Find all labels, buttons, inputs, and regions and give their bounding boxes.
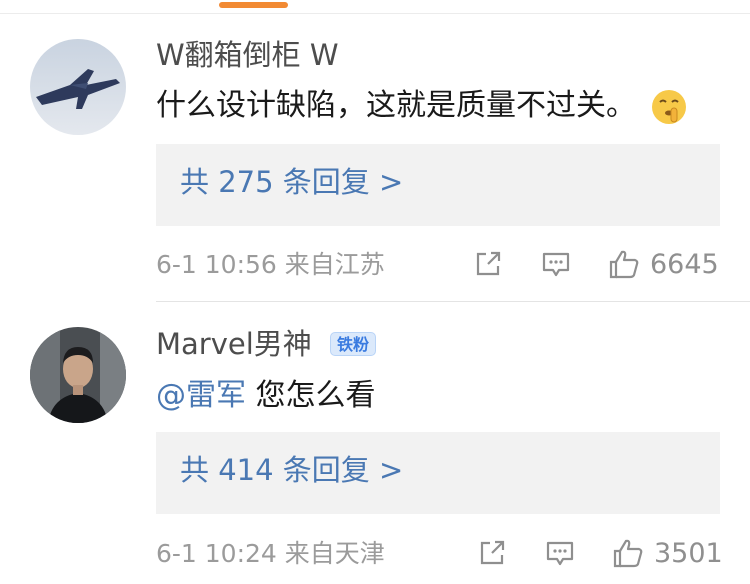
comment-button[interactable] <box>541 250 571 278</box>
like-button[interactable]: 6645 <box>608 249 719 279</box>
shushing-face-icon <box>652 90 686 124</box>
like-count: 3501 <box>654 537 723 569</box>
comment-button[interactable] <box>545 539 575 567</box>
reply-summary[interactable]: 共 414 条回复 > <box>156 432 720 514</box>
comment-text: 什么设计缺陷，这就是质量不过关。 <box>156 88 636 123</box>
fan-badge: 铁粉 <box>330 332 377 356</box>
like-button[interactable]: 3501 <box>612 538 723 568</box>
comment-icon <box>546 541 574 566</box>
person-avatar-image <box>30 327 126 423</box>
avatar[interactable] <box>30 327 126 423</box>
username[interactable]: Marvel男神 <box>156 330 312 359</box>
thumbs-up-icon <box>613 539 643 568</box>
share-button[interactable] <box>478 539 506 567</box>
header-divider <box>0 13 750 14</box>
comment-meta: 6-1 10:24 来自天津 <box>156 539 385 568</box>
comment-icon <box>542 252 570 277</box>
avatar[interactable] <box>30 39 126 135</box>
username[interactable]: W翻箱倒柜 W <box>156 41 339 70</box>
share-button[interactable] <box>474 250 502 278</box>
mention-link[interactable]: @雷军 <box>156 378 246 413</box>
comment-divider <box>156 301 750 302</box>
tab-indicator <box>219 2 288 8</box>
share-icon <box>476 251 501 276</box>
jet-avatar-image <box>30 39 126 135</box>
comment-body: 您怎么看 <box>246 378 376 413</box>
thumbs-up-icon <box>609 250 639 279</box>
like-count: 6645 <box>650 248 719 280</box>
comment-meta: 6-1 10:56 来自江苏 <box>156 250 385 279</box>
reply-summary[interactable]: 共 275 条回复 > <box>156 144 720 226</box>
comment-text: @雷军 您怎么看 <box>156 381 376 411</box>
reply-count-link[interactable]: 共 414 条回复 > <box>180 456 403 485</box>
share-icon <box>480 540 505 565</box>
reply-count-link[interactable]: 共 275 条回复 > <box>180 168 403 197</box>
